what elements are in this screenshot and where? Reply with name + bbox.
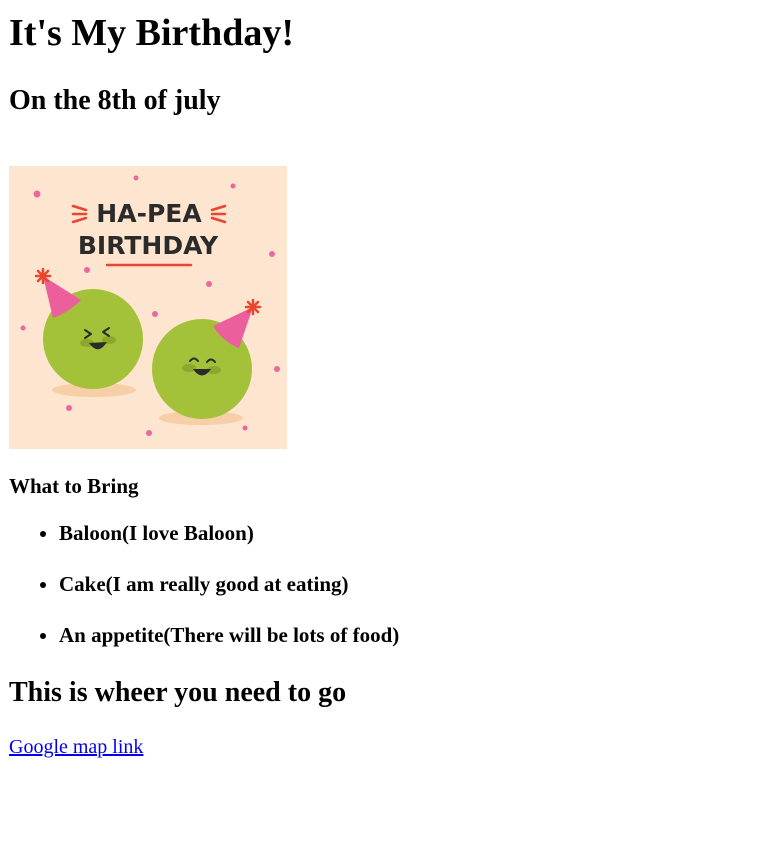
list-item: An appetite(There will be lots of food)	[59, 622, 399, 648]
birthday-card-illustration: HA-PEA BIRTHDAY	[9, 166, 287, 449]
party-date-heading: On the 8th of july	[9, 85, 221, 116]
list-item: Baloon(I love Baloon)	[59, 520, 399, 546]
birthday-card-image: HA-PEA BIRTHDAY	[9, 166, 287, 449]
google-map-link[interactable]: Google map link	[9, 735, 143, 759]
page-title: It's My Birthday!	[9, 12, 294, 54]
list-item: Cake(I am really good at eating)	[59, 571, 399, 597]
card-line-2: BIRTHDAY	[78, 231, 219, 260]
directions-heading: This is wheer you need to go	[9, 677, 347, 708]
what-to-bring-heading: What to Bring	[9, 474, 139, 498]
bring-list: Baloon(I love Baloon) Cake(I am really g…	[9, 520, 399, 673]
card-line-1: HA-PEA	[96, 199, 202, 228]
